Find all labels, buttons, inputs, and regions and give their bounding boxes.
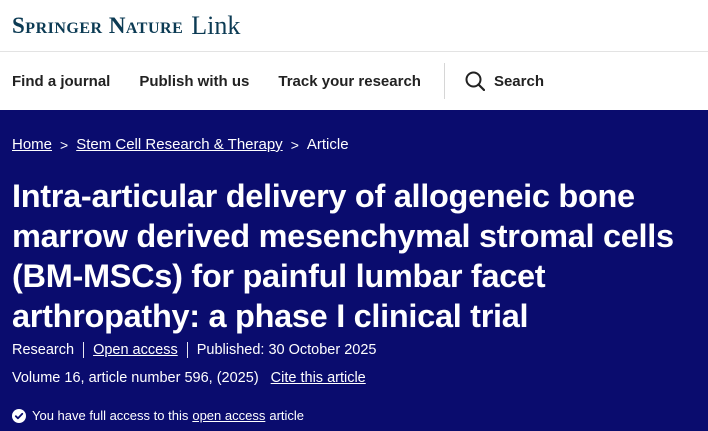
breadcrumb-home[interactable]: Home	[12, 136, 52, 153]
nav-publish[interactable]: Publish with us	[139, 73, 249, 90]
nav-find-journal[interactable]: Find a journal	[12, 73, 110, 90]
search-icon	[465, 71, 485, 91]
access-notice-prefix: You have full access to this	[32, 408, 189, 423]
breadcrumb-separator: >	[60, 136, 69, 153]
search-button[interactable]: Search	[465, 71, 544, 91]
volume-info: Volume 16, article number 596, (2025)	[12, 370, 259, 386]
article-hero: Home > Stem Cell Research & Therapy > Ar…	[0, 110, 708, 431]
logo-springer-nature[interactable]: Springer Nature	[12, 13, 183, 39]
article-meta: Research Open access Published: 30 Octob…	[12, 342, 376, 358]
nav-divider	[443, 63, 445, 99]
check-circle-icon	[12, 408, 26, 423]
published-date: Published: 30 October 2025	[196, 342, 377, 358]
access-notice-suffix: article	[269, 408, 305, 423]
access-notice-link[interactable]: open access	[192, 408, 265, 423]
breadcrumb-current: Article	[306, 136, 349, 153]
article-type: Research	[12, 342, 75, 358]
breadcrumb: Home > Stem Cell Research & Therapy > Ar…	[12, 136, 349, 153]
breadcrumb-separator: >	[290, 136, 299, 153]
main-nav: Find a journal Publish with us Track you…	[0, 52, 708, 110]
search-label: Search	[493, 72, 544, 90]
meta-divider	[83, 342, 85, 358]
access-notice: You have full access to this open access…	[12, 408, 304, 423]
article-citation-info: Volume 16, article number 596, (2025) Ci…	[12, 370, 366, 386]
open-access-link[interactable]: Open access	[93, 342, 178, 358]
cite-article-link[interactable]: Cite this article	[271, 370, 366, 386]
logo-link[interactable]: Link	[191, 11, 240, 41]
breadcrumb-journal[interactable]: Stem Cell Research & Therapy	[76, 136, 282, 153]
article-title: Intra-articular delivery of allogeneic b…	[12, 178, 674, 334]
site-header: Springer Nature Link	[0, 0, 708, 52]
meta-divider	[186, 342, 188, 358]
nav-track-research[interactable]: Track your research	[278, 73, 421, 90]
